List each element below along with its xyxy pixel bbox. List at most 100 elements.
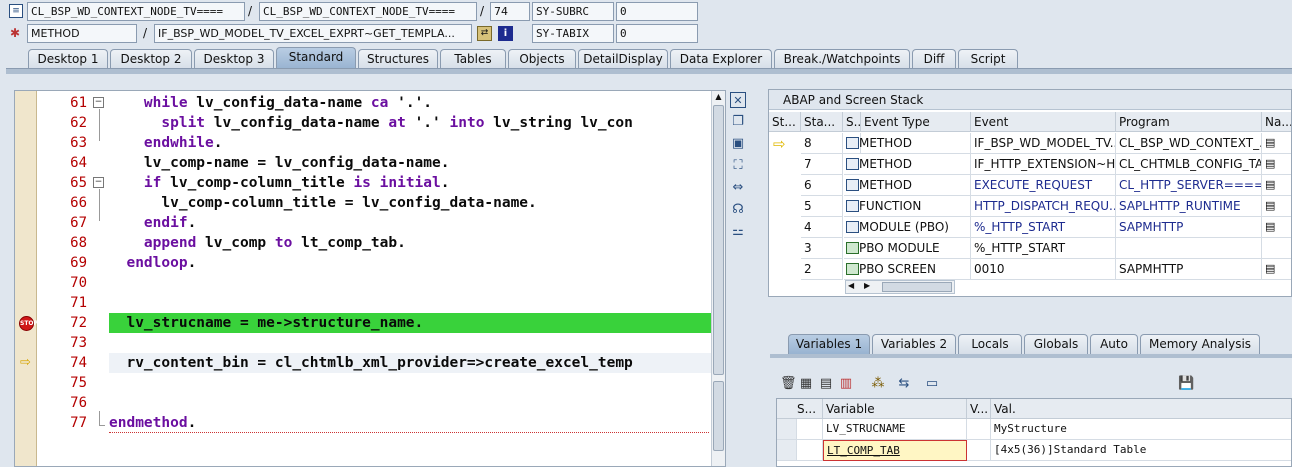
column-header[interactable]: Val.: [991, 399, 1291, 419]
column-header[interactable]: Event: [971, 112, 1116, 132]
event-type[interactable]: METHOD: [844, 133, 971, 154]
save-icon[interactable]: 💾: [1178, 376, 1194, 392]
program-name[interactable]: SAPMHTTP: [1116, 259, 1262, 280]
variable-name[interactable]: LV_STRUCNAME: [823, 419, 967, 440]
stack-level[interactable]: 8: [801, 133, 843, 154]
tab-auto[interactable]: Auto: [1090, 334, 1138, 354]
tab-break-watchpoints[interactable]: Break./Watchpoints: [774, 49, 910, 69]
event-name[interactable]: 0010: [971, 259, 1116, 280]
tab-memory-analysis[interactable]: Memory Analysis: [1140, 334, 1260, 354]
export-icon[interactable]: ▥: [838, 376, 854, 392]
fold-toggle-icon[interactable]: −: [93, 177, 104, 188]
column-header[interactable]: Variable: [823, 399, 967, 419]
event-name[interactable]: IF_BSP_WD_MODEL_TV...: [971, 133, 1116, 154]
navigate-icon[interactable]: ▤: [1262, 133, 1291, 154]
info-icon[interactable]: i: [498, 26, 513, 41]
headset-icon[interactable]: ☊: [730, 202, 746, 218]
tab-variables-1[interactable]: Variables 1: [788, 334, 870, 354]
row-selector[interactable]: [777, 440, 797, 461]
program-name[interactable]: CL_HTTP_SERVER====: [1116, 175, 1262, 196]
event-type[interactable]: MODULE (PBO): [844, 217, 971, 238]
stack-level[interactable]: 2: [801, 259, 843, 280]
scroll-thumb[interactable]: [713, 105, 724, 375]
column-header[interactable]: V...: [967, 399, 991, 419]
tab-variables-2[interactable]: Variables 2: [872, 334, 956, 354]
navigate-icon[interactable]: ▤: [1262, 175, 1291, 196]
navigate-icon[interactable]: ▤: [1262, 154, 1291, 175]
scroll-up-arrow-icon[interactable]: ▲: [713, 92, 724, 102]
maximize-icon[interactable]: ▣: [730, 136, 746, 152]
sysfield-value-1[interactable]: 0: [616, 2, 698, 21]
column-header[interactable]: Event Type: [861, 112, 971, 132]
folder-icon[interactable]: ▭: [924, 376, 940, 392]
row-selector[interactable]: [777, 419, 797, 440]
variable-name-input[interactable]: LT_COMP_TAB: [823, 440, 967, 461]
scroll-left-arrow-icon[interactable]: ◀: [848, 281, 854, 290]
delete-icon[interactable]: 🗑: [780, 376, 797, 392]
program-name[interactable]: CL_BSP_WD_CONTEXT_...: [1116, 133, 1262, 154]
navigate-icon[interactable]: ▤: [1262, 196, 1291, 217]
program-name[interactable]: SAPLHTTP_RUNTIME: [1116, 196, 1262, 217]
program-icon[interactable]: ≡: [9, 4, 23, 18]
editor-vertical-scrollbar[interactable]: ▲: [711, 91, 725, 466]
fullscreen-icon[interactable]: ⛶: [730, 158, 746, 174]
close-icon[interactable]: ✕: [730, 92, 746, 108]
program-name[interactable]: CL_CHTMLB_CONFIG_TA...: [1116, 154, 1262, 175]
program-name[interactable]: SAPMHTTP: [1116, 217, 1262, 238]
event-name[interactable]: %_HTTP_START: [971, 238, 1116, 259]
column-header[interactable]: S...: [843, 112, 861, 132]
sysfield-value-2[interactable]: 0: [616, 24, 698, 43]
tree-structure-icon[interactable]: ⚍: [730, 224, 746, 240]
tab-tables[interactable]: Tables: [440, 49, 506, 69]
stack-level[interactable]: 6: [801, 175, 843, 196]
class-field[interactable]: CL_BSP_WD_CONTEXT_NODE_TV====: [27, 2, 245, 21]
stack-level[interactable]: 4: [801, 217, 843, 238]
tab-diff[interactable]: Diff: [912, 49, 956, 69]
tab-detaildisplay[interactable]: DetailDisplay: [578, 49, 668, 69]
navigate-icon[interactable]: ▤: [1262, 217, 1291, 238]
swap-icon[interactable]: ⇆: [896, 376, 912, 392]
variable-value[interactable]: [4x5(36)]Standard Table: [991, 440, 1291, 461]
event-name[interactable]: EXECUTE_REQUEST: [971, 175, 1116, 196]
variable-value[interactable]: MyStructure: [991, 419, 1291, 440]
event-name[interactable]: IF_HTTP_EXTENSION~H...: [971, 154, 1116, 175]
tab-globals[interactable]: Globals: [1024, 334, 1088, 354]
column-header[interactable]: St...: [769, 112, 801, 132]
fold-toggle-icon[interactable]: −: [93, 97, 104, 108]
event-type[interactable]: METHOD: [844, 175, 971, 196]
event-name[interactable]: HTTP_DISPATCH_REQU...: [971, 196, 1116, 217]
breakpoint-gutter[interactable]: [15, 91, 37, 466]
sysfield-name-2[interactable]: SY-TABIX: [532, 24, 614, 43]
navigate-icon[interactable]: ⇄: [477, 26, 492, 41]
event-type[interactable]: PBO MODULE: [844, 238, 971, 259]
stack-level[interactable]: 3: [801, 238, 843, 259]
column-header[interactable]: Program: [1116, 112, 1262, 132]
new-window-icon[interactable]: ❐: [730, 114, 746, 130]
event-type[interactable]: PBO SCREEN: [844, 259, 971, 280]
type-field[interactable]: METHOD: [27, 24, 137, 43]
save-list-icon[interactable]: ▤: [818, 376, 834, 392]
event-type[interactable]: FUNCTION: [844, 196, 971, 217]
column-header[interactable]: Sta...: [801, 112, 843, 132]
tab-desktop-1[interactable]: Desktop 1: [28, 49, 108, 69]
tab-script[interactable]: Script: [958, 49, 1018, 69]
column-header[interactable]: Na...: [1262, 112, 1291, 132]
source-code-editor[interactable]: STOP ⇨ − − 61 while lv_config_data-name …: [14, 90, 726, 467]
include-field[interactable]: CL_BSP_WD_CONTEXT_NODE_TV====: [259, 2, 477, 21]
stack-level[interactable]: 5: [801, 196, 843, 217]
stack-level[interactable]: 7: [801, 154, 843, 175]
sysfield-name-1[interactable]: SY-SUBRC: [532, 2, 614, 21]
navigate-icon[interactable]: ▤: [1262, 259, 1291, 280]
event-type[interactable]: METHOD: [844, 154, 971, 175]
tab-desktop-3[interactable]: Desktop 3: [194, 49, 274, 69]
scroll-thumb[interactable]: [882, 282, 952, 292]
column-header[interactable]: S...: [777, 399, 823, 419]
event-name[interactable]: %_HTTP_START: [971, 217, 1116, 238]
scroll-lower-thumb[interactable]: [713, 381, 724, 451]
tab-objects[interactable]: Objects: [508, 49, 576, 69]
tab-standard[interactable]: Standard: [276, 47, 356, 69]
group-icon[interactable]: ⁂: [870, 376, 886, 392]
tab-desktop-2[interactable]: Desktop 2: [110, 49, 192, 69]
stack-horizontal-scrollbar[interactable]: ◀ ▶: [845, 280, 955, 294]
tab-locals[interactable]: Locals: [958, 334, 1022, 354]
